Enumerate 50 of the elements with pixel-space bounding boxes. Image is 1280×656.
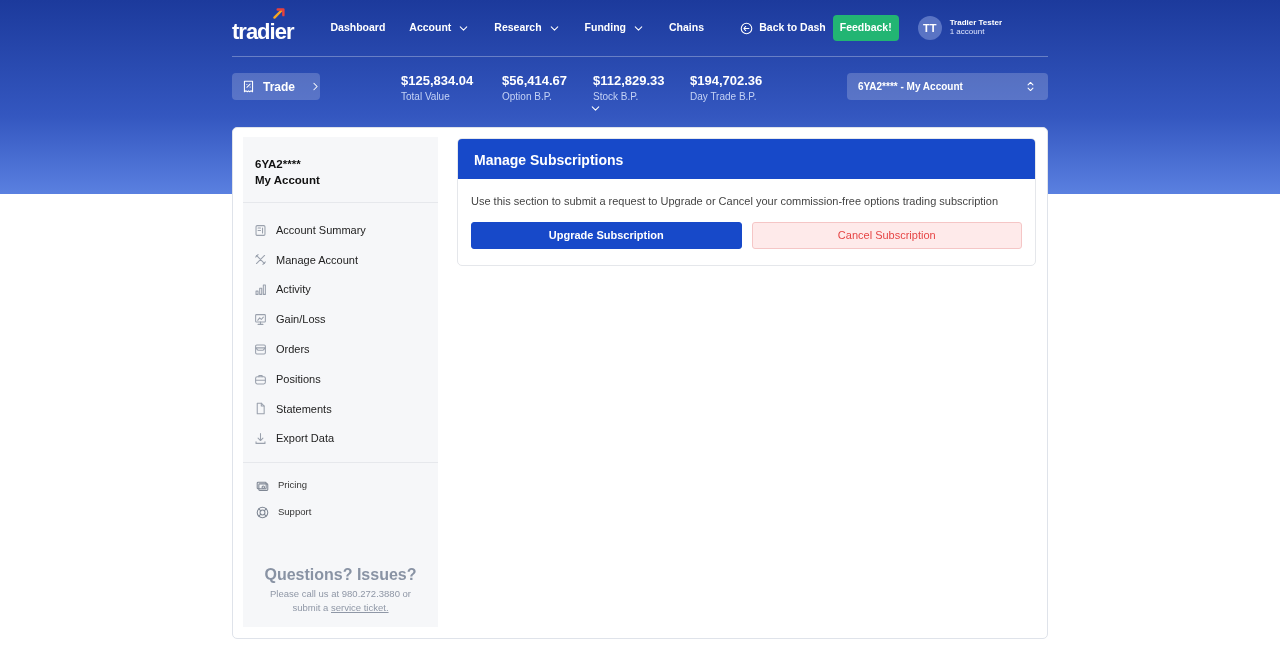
user-name: Tradier Tester (949, 19, 1002, 28)
nav-link[interactable]: Chains (669, 20, 705, 36)
sidebar-item[interactable]: Manage Account (243, 245, 438, 275)
stat-label: Total Value (401, 89, 451, 104)
sidebar-item[interactable]: Gain/Loss (243, 304, 438, 335)
stat-value: $125,834.04 (401, 73, 475, 89)
briefcase-icon (254, 372, 267, 386)
document-icon (254, 223, 267, 237)
stat-label: Option B.P. (502, 89, 553, 104)
sidebar-item[interactable]: Positions (243, 364, 438, 394)
inbox-icon (254, 342, 267, 356)
upgrade-button[interactable]: Upgrade Subscription (471, 221, 742, 249)
back-link[interactable]: Back to Dash (740, 20, 826, 36)
sidebar-item[interactable]: Orders (243, 334, 438, 365)
lifebuoy-icon (256, 505, 269, 519)
account-name: My Account (255, 173, 321, 189)
cancel-button[interactable]: Cancel Subscription (751, 221, 1022, 249)
avatar: TT (917, 16, 942, 40)
nav-link[interactable]: Funding (584, 20, 645, 36)
receipt-icon (242, 80, 255, 93)
arrow-logo-icon (272, 7, 285, 20)
logo-wordmark: tradier (232, 21, 294, 43)
trade-button[interactable]: Trade (232, 73, 320, 100)
panel-description: Use this section to submit a request to Upgrade or Cancel your commission-free options trading subscription (470, 194, 1000, 209)
nav-link[interactable]: Research (494, 20, 561, 36)
sidebar-item[interactable]: Account Summary (243, 215, 438, 245)
help-text: Please call us at 980.272.3880 or submit a service ticket. (269, 587, 412, 615)
download-icon (254, 432, 267, 446)
account-count: 1 account (949, 28, 986, 37)
panel-title: Manage Subscriptions (458, 139, 1035, 179)
stat-label: Stock B.P. (593, 89, 640, 104)
nav-link[interactable]: Account (409, 20, 471, 36)
account-select[interactable]: 6YA2**** - My Account (847, 73, 1048, 100)
help-title: Questions? Issues? (263, 565, 418, 586)
stat-value: $56,414.67 (502, 73, 569, 89)
stat-value: $112,829.33 (593, 73, 666, 89)
sidebar-item[interactable]: Activity (243, 274, 438, 305)
crossed-tools-icon (254, 253, 267, 267)
stat-value: $194,702.36 (690, 73, 764, 89)
nav-link[interactable]: Dashboard (330, 20, 386, 36)
sidebar-item[interactable]: Statements (243, 393, 438, 424)
bar-chart-icon (254, 283, 267, 297)
sidebar-item[interactable]: Export Data (243, 423, 438, 454)
stat-label: Day Trade B.P. (690, 89, 758, 104)
monitor-chart-icon (254, 312, 267, 326)
arrow-circle-left-icon (740, 21, 754, 35)
sidebar-item[interactable]: Pricing (243, 471, 438, 499)
account-id: 6YA2**** (255, 157, 302, 172)
sidebar-item[interactable]: Support (243, 498, 438, 526)
file-icon (254, 402, 267, 416)
